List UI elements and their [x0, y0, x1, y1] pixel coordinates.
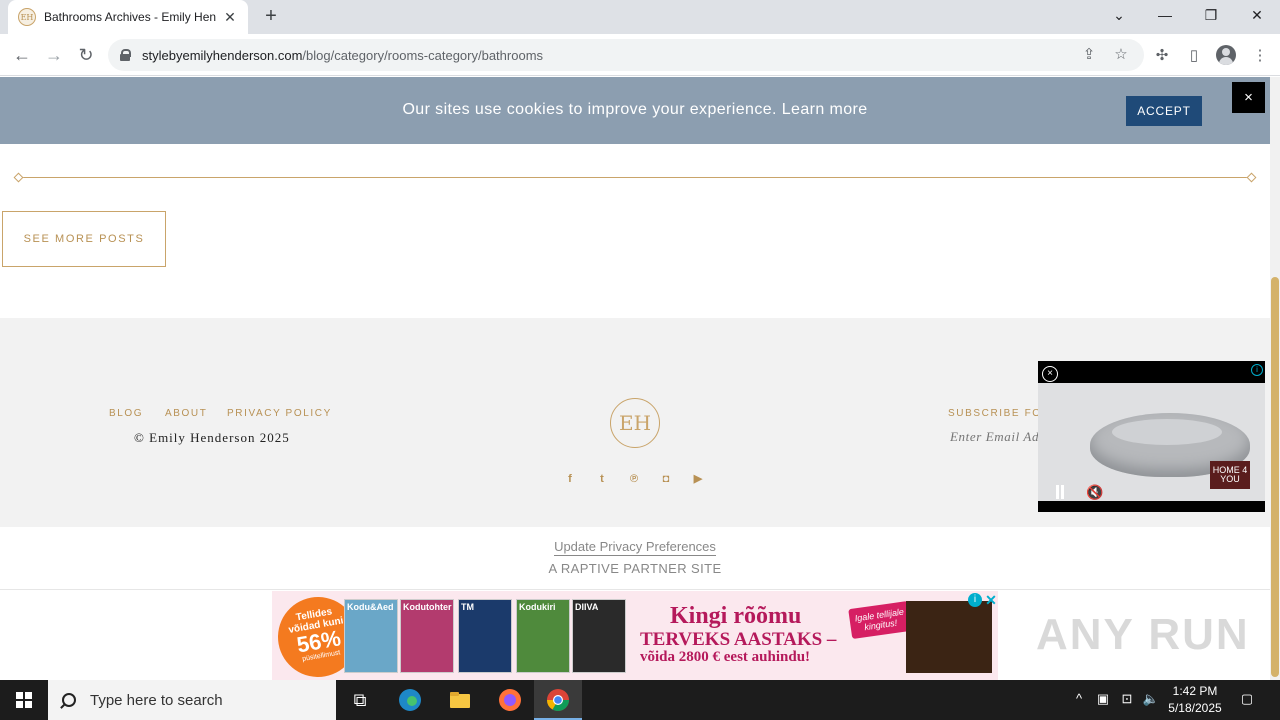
clock-date: 5/18/2025 [1168, 701, 1222, 715]
tray-chevron-up-icon[interactable]: ^ [1070, 690, 1088, 708]
ad-book-image [906, 601, 992, 673]
instagram-icon[interactable]: ◘ [659, 472, 673, 486]
video-close-icon[interactable]: × [1042, 366, 1058, 382]
ad-magazine-cover: DIIVA [572, 599, 626, 673]
url-path: /blog/category/rooms-category/bathrooms [302, 47, 544, 63]
footer-link-blog[interactable]: BLOG [109, 408, 143, 419]
start-button[interactable] [0, 680, 48, 720]
ad-headline: Kingi rõõmu [670, 603, 802, 629]
raptive-partner-text: A RAPTIVE PARTNER SITE [548, 561, 722, 576]
edge-icon[interactable] [396, 686, 424, 714]
cookie-banner: Our sites use cookies to improve your ex… [0, 77, 1270, 144]
section-divider [18, 177, 1252, 178]
lock-icon[interactable] [120, 49, 131, 61]
clock-time: 1:42 PM [1172, 684, 1218, 698]
tab-title: Bathrooms Archives - Emily Henderson [44, 10, 216, 24]
ad-magazine-cover: Kodu&Aed [344, 599, 398, 673]
profile-avatar-icon[interactable] [1216, 45, 1236, 65]
ad-subheadline: TERVEKS AASTAKS – [640, 629, 837, 650]
privacy-link-label: Update Privacy Preferences [554, 539, 716, 556]
subscribe-label: SUBSCRIBE FOR [948, 408, 1051, 419]
video-mute-icon[interactable]: 🔇 [1086, 483, 1104, 501]
taskbar-clock[interactable]: 1:42 PM 5/18/2025 [1160, 683, 1230, 717]
ad-magazine-cover: Kodutohter [400, 599, 454, 673]
browser-tab-strip: EH Bathrooms Archives - Emily Henderson … [0, 0, 1280, 34]
site-favicon-icon: EH [18, 8, 36, 26]
footer-link-privacy-policy[interactable]: PRIVACY POLICY [227, 408, 332, 419]
tab-close-icon[interactable]: ✕ [222, 9, 238, 26]
extensions-puzzle-icon[interactable]: ✣ [1152, 46, 1172, 66]
side-panel-icon[interactable]: ▯ [1184, 46, 1204, 66]
browser-tab[interactable]: EH Bathrooms Archives - Emily Henderson … [8, 0, 248, 34]
browser-toolbar: ← → ↻ stylebyemilyhenderson.com/blog/cat… [0, 34, 1280, 76]
ad-subheadline-2: võida 2800 € eest auhindu! [640, 649, 811, 665]
video-info-icon[interactable]: i [1251, 364, 1263, 376]
twitter-icon[interactable]: t [595, 472, 609, 486]
footer-bottom-rule [0, 589, 1270, 590]
taskbar-search-field[interactable]: Type here to search [48, 680, 336, 720]
chrome-taskbar-button[interactable] [534, 680, 582, 720]
see-more-posts-button[interactable]: SEE MORE POSTS [2, 211, 166, 267]
pinterest-icon[interactable]: ℗ [627, 472, 641, 486]
firefox-icon[interactable] [496, 686, 524, 714]
windows-logo-icon [16, 692, 32, 708]
close-window-button[interactable]: ✕ [1234, 0, 1280, 30]
address-bar[interactable]: stylebyemilyhenderson.com/blog/category/… [108, 39, 1144, 71]
copyright-text: © Emily Henderson 2025 [134, 430, 290, 445]
ad-magazine-cover: TM [458, 599, 512, 673]
eh-logo[interactable]: EH [610, 398, 660, 448]
divider-diamond-left [13, 172, 24, 183]
video-frame: HOME 4 YOU [1038, 383, 1265, 501]
notifications-icon[interactable]: ▢ [1238, 690, 1256, 708]
chrome-icon [544, 686, 572, 714]
cookie-message[interactable]: Our sites use cookies to improve your ex… [0, 101, 1270, 119]
restore-button[interactable]: ❐ [1188, 0, 1234, 30]
reload-icon[interactable]: ↻ [74, 43, 98, 67]
footer-link-about[interactable]: ABOUT [165, 408, 207, 419]
windows-taskbar: Type here to search ⧉ ^ ▣ ⊡ 🔈 1:42 PM 5/… [0, 680, 1280, 720]
cookie-close-button[interactable]: × [1232, 82, 1265, 113]
forward-arrow-icon[interactable]: → [42, 43, 66, 67]
tab-search-chevron-down-icon[interactable]: ⌄ [1096, 0, 1142, 30]
ad-info-icon[interactable]: i [968, 593, 982, 607]
ad-magazine-cover: Kodukiri [516, 599, 570, 673]
tray-device-icon[interactable]: ▣ [1094, 690, 1112, 708]
new-tab-button[interactable]: + [260, 6, 282, 28]
divider-diamond-right [1246, 172, 1257, 183]
ad-gift-tag: Igale tellijale kingitus! [848, 600, 912, 640]
file-explorer-icon[interactable] [446, 686, 474, 714]
minimize-button[interactable]: — [1142, 0, 1188, 30]
facebook-icon[interactable]: f [563, 472, 577, 486]
video-pause-icon[interactable] [1054, 485, 1066, 499]
home4you-logo: HOME 4 YOU [1210, 461, 1250, 489]
network-icon[interactable]: ⊡ [1118, 690, 1136, 708]
task-view-icon[interactable]: ⧉ [346, 686, 374, 714]
volume-icon[interactable]: 🔈 [1142, 690, 1160, 708]
floating-video-player[interactable]: HOME 4 YOU × i 🔇 [1038, 361, 1265, 512]
menu-kebab-icon[interactable]: ⋮ [1250, 46, 1270, 66]
anyrun-watermark: ANY RUN [1036, 610, 1250, 659]
url-host: stylebyemilyhenderson.com [142, 47, 303, 63]
back-arrow-icon[interactable]: ← [10, 43, 34, 67]
share-icon[interactable]: ⇪ [1080, 46, 1098, 64]
update-privacy-preferences-link[interactable]: Update Privacy Preferences [0, 538, 1270, 556]
search-icon [62, 693, 76, 707]
page-scrollbar[interactable] [1270, 77, 1280, 680]
bookmark-star-icon[interactable]: ☆ [1112, 46, 1130, 64]
ad-banner[interactable]: Tellides võidad kuni 56% püsitellimust K… [272, 591, 998, 680]
youtube-icon[interactable]: ▶ [691, 472, 705, 486]
scrollbar-thumb[interactable] [1271, 277, 1279, 677]
cookie-accept-button[interactable]: ACCEPT [1126, 96, 1202, 126]
ad-close-icon[interactable]: ✕ [984, 593, 998, 607]
taskbar-search-placeholder: Type here to search [90, 691, 223, 709]
video-cushion-top [1112, 419, 1222, 445]
